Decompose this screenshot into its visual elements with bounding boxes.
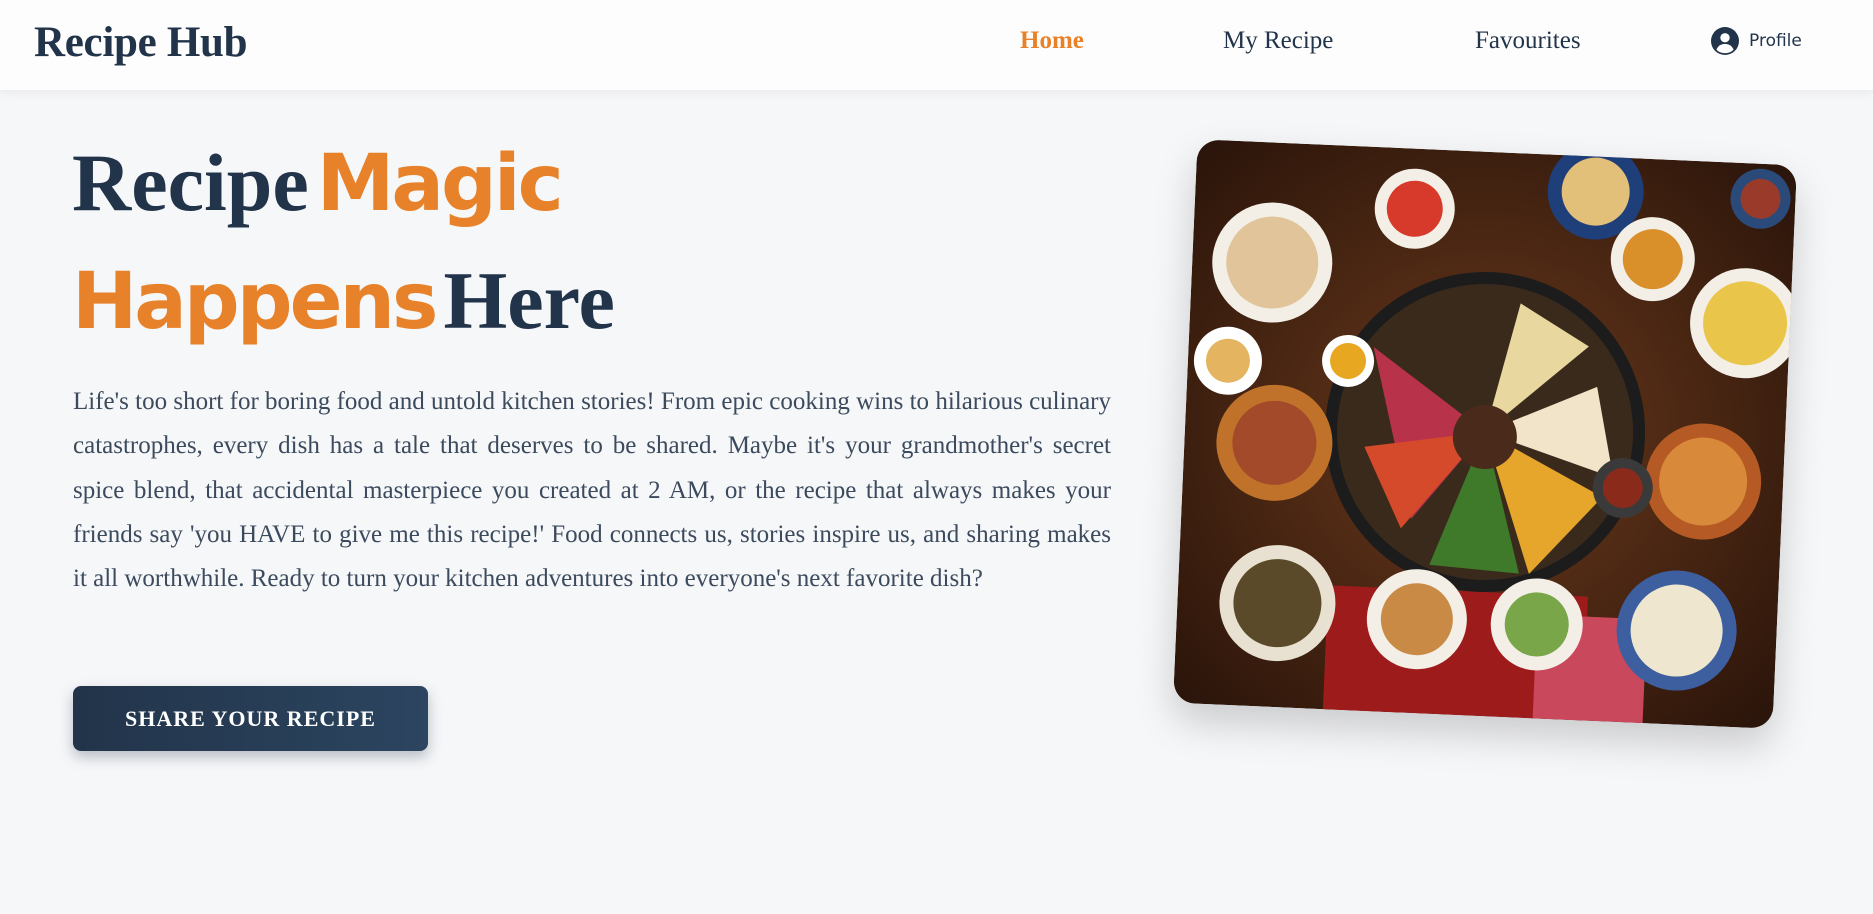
nav-link-favourites[interactable]: Favourites [1475,27,1581,55]
hero-title-here: Here [443,255,615,346]
nav-link-my-recipe[interactable]: My Recipe [1223,27,1333,55]
food-spread-image [1172,139,1798,729]
nav-link-home[interactable]: Home [1020,27,1084,55]
hero-title: Recipe Magic Happens Here [72,132,972,368]
hero-title-happens: Happens [72,257,438,347]
navbar: Recipe Hub Home My Recipe Favourites Pro… [0,0,1873,91]
hero-title-line-2: Happens Here [72,250,972,368]
profile-label: Profile [1749,31,1802,51]
profile-link[interactable]: Profile [1711,27,1802,55]
user-circle-icon [1711,27,1739,55]
hero-title-magic: Magic [316,139,564,229]
share-recipe-button[interactable]: SHARE YOUR RECIPE [73,686,428,751]
site-logo[interactable]: Recipe Hub [34,18,248,67]
hero-title-recipe: Recipe [72,137,309,228]
hero-description: Life's too short for boring food and unt… [73,388,1111,593]
hero-title-line-1: Recipe Magic [72,132,972,250]
